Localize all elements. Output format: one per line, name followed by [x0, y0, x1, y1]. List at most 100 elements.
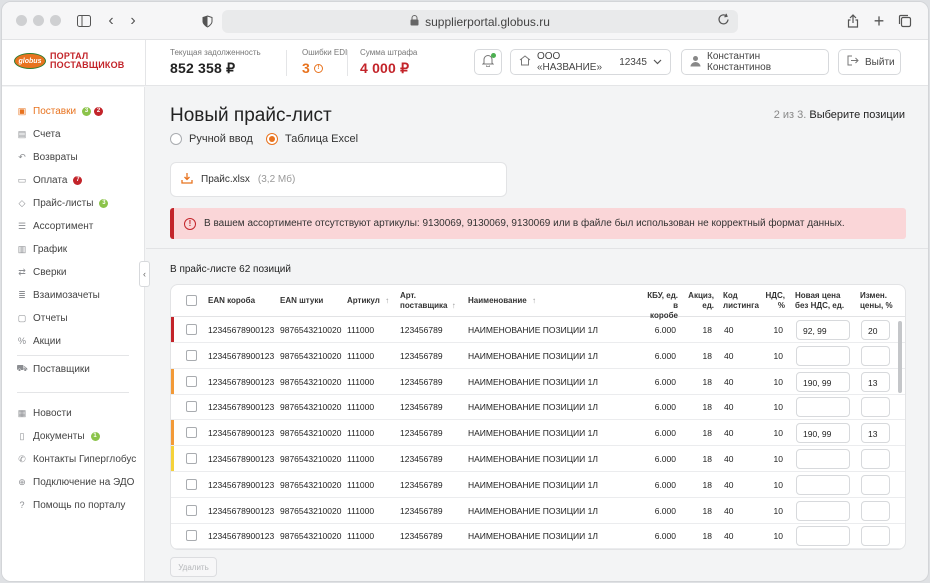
notifications-button[interactable]	[474, 49, 502, 75]
price-input[interactable]	[796, 474, 850, 495]
alert-text: В вашем ассортименте отсутствуют артикул…	[204, 218, 845, 229]
table-row[interactable]: 12345678900123 9876543210020 111000 1234567…	[171, 420, 905, 447]
table-row[interactable]: 12345678900123 9876543210020 111000 1234567…	[171, 368, 905, 395]
table-row[interactable]: 12345678900123 9876543210020 111000 1234567…	[171, 472, 905, 498]
shield-icon[interactable]	[197, 11, 217, 31]
sidebar-item-schedule[interactable]: ▥ График	[17, 241, 67, 257]
price-input[interactable]: 190, 99	[796, 423, 850, 444]
radio-excel[interactable]: Таблица Excel	[266, 133, 358, 145]
new-tab-icon[interactable]: +	[869, 11, 889, 31]
cell-kbu: 6.000	[654, 428, 676, 439]
col-listing[interactable]: Код листинга	[723, 291, 759, 311]
select-all-checkbox[interactable]	[186, 295, 197, 306]
col-ean-piece[interactable]: EAN штуки	[280, 296, 323, 306]
logout-button[interactable]: Выйти	[838, 49, 901, 75]
price-input[interactable]	[796, 449, 850, 469]
truck-icon: ⛟	[16, 363, 28, 373]
divider	[145, 40, 146, 86]
sidebar-item-returns[interactable]: ↶ Возвраты	[17, 149, 77, 165]
window-maximize-dot[interactable]	[50, 15, 61, 26]
price-input[interactable]	[796, 500, 850, 521]
sidebar-item-payment[interactable]: ▭ Оплата 7	[17, 172, 83, 188]
price-input[interactable]: 92, 99	[796, 320, 850, 340]
price-change-input[interactable]: 13	[861, 423, 890, 444]
col-new-price[interactable]: Новая цена без НДС, ед.	[795, 291, 844, 311]
price-change-input[interactable]: 13	[861, 371, 890, 392]
cell-ean-box: 12345678900123	[208, 325, 275, 335]
radio-circle-selected[interactable]	[266, 133, 278, 145]
sidebar-item-suppliers[interactable]: ⛟ Поставщики	[16, 361, 90, 377]
price-change-input[interactable]	[861, 449, 890, 469]
sidebar-item-reports[interactable]: ▢ Отчеты	[17, 310, 68, 326]
col-name[interactable]: Наименование ↑	[468, 296, 536, 306]
forward-icon[interactable]: ›	[123, 11, 143, 31]
window-minimize-dot[interactable]	[33, 15, 44, 26]
price-change-input[interactable]	[861, 345, 890, 366]
row-checkbox[interactable]	[186, 504, 197, 516]
price-input[interactable]	[796, 526, 850, 547]
sidebar-item-news[interactable]: ▦ Новости	[17, 405, 72, 421]
row-checkbox[interactable]	[186, 324, 197, 335]
cell-kbu: 6.000	[654, 325, 676, 335]
row-checkbox[interactable]	[186, 401, 197, 413]
radio-circle[interactable]	[170, 133, 182, 145]
user-profile-button[interactable]: Константин Константинов	[681, 49, 829, 75]
sidebar-item-price-lists[interactable]: ◇ Прайс-листы 3	[17, 195, 109, 211]
row-checkbox[interactable]	[186, 530, 197, 542]
row-checkbox[interactable]	[186, 453, 197, 464]
edi-metric[interactable]: Ошибки EDI 3 !	[302, 48, 347, 76]
tabs-overview-icon[interactable]	[895, 11, 915, 31]
price-input[interactable]	[796, 397, 850, 418]
sidebar-item-invoices[interactable]: ▤ Счета	[17, 126, 61, 142]
sidebar-item-assortment[interactable]: ☰ Ассортимент	[17, 218, 93, 234]
table-row[interactable]: 12345678900123 9876543210020 111000 1234567…	[171, 343, 905, 369]
price-input[interactable]: 190, 99	[796, 371, 850, 392]
price-change-input[interactable]	[861, 526, 890, 547]
uploaded-file[interactable]: Прайс.xlsx (3,2 Мб)	[170, 162, 507, 197]
sidebar-item-offsets[interactable]: ≣ Взаимозачеты	[17, 287, 100, 303]
table-row[interactable]: 12345678900123 9876543210020 111000 1234567…	[171, 498, 905, 524]
sidebar-item-reconciliations[interactable]: ⇄ Сверки	[17, 264, 66, 280]
table-row[interactable]: 12345678900123 9876543210020 111000 1234567…	[171, 446, 905, 472]
sidebar-item-promotions[interactable]: % Акции	[17, 333, 61, 349]
price-change-input[interactable]	[861, 500, 890, 521]
percent-icon: %	[17, 336, 26, 346]
sidebar-item-contacts[interactable]: ✆ Контакты Гиперглобус	[17, 451, 136, 467]
window-close-dot[interactable]	[16, 15, 27, 26]
row-checkbox[interactable]	[186, 375, 197, 387]
box-icon: ▣	[17, 105, 27, 116]
radio-manual[interactable]: Ручной ввод	[170, 133, 253, 145]
col-vat[interactable]: НДС, %	[765, 291, 785, 311]
organization-select[interactable]: ООО «НАЗВАНИЕ» 12345	[510, 49, 671, 75]
table-row[interactable]: 12345678900123 9876543210020 111000 1234567…	[171, 317, 905, 343]
col-supplier-article[interactable]: Арт. поставщика ↑	[400, 291, 456, 311]
share-icon[interactable]	[843, 11, 863, 31]
sidebar-item-help[interactable]: ? Помощь по порталу	[17, 497, 125, 513]
price-change-input[interactable]: 20	[861, 320, 890, 340]
table-row[interactable]: 12345678900123 9876543210020 111000 1234567…	[171, 394, 905, 421]
sidebar-item-documents[interactable]: ▯ Документы 1	[17, 428, 100, 444]
col-excise[interactable]: Акциз, ед.	[686, 291, 714, 311]
col-price-change[interactable]: Измен. цены, %	[860, 291, 893, 311]
sidebar-item-deliveries[interactable]: ▣ Поставки 3 2	[17, 103, 104, 119]
reload-icon[interactable]	[717, 13, 730, 29]
price-change-input[interactable]	[861, 397, 890, 418]
row-checkbox[interactable]	[186, 349, 197, 361]
cell-name: НАИМЕНОВАНИЕ ПОЗИЦИИ 1Л	[468, 505, 598, 516]
table-row[interactable]: 12345678900123 9876543210020 111000 1234567…	[171, 523, 905, 549]
col-ean-box[interactable]: EAN короба	[208, 296, 255, 306]
logo[interactable]: globus ПОРТАЛ ПОСТАВЩИКОВ	[14, 52, 125, 70]
count-badge: 3	[99, 198, 109, 208]
cell-vat: 10	[773, 505, 783, 516]
col-article[interactable]: Артикул ↑	[347, 296, 389, 306]
address-bar[interactable]: supplierportal.globus.ru	[222, 10, 738, 33]
row-checkbox[interactable]	[186, 478, 197, 490]
price-input[interactable]	[796, 345, 850, 366]
table-scrollbar[interactable]	[898, 321, 902, 393]
sidebar-toggle-icon[interactable]	[74, 11, 94, 31]
row-checkbox[interactable]	[186, 427, 197, 439]
delete-button[interactable]: Удалить	[170, 557, 217, 577]
sidebar-item-edo[interactable]: ⊕ Подключение на ЭДО	[17, 474, 134, 490]
price-change-input[interactable]	[861, 474, 890, 495]
back-icon[interactable]: ‹	[101, 11, 121, 31]
